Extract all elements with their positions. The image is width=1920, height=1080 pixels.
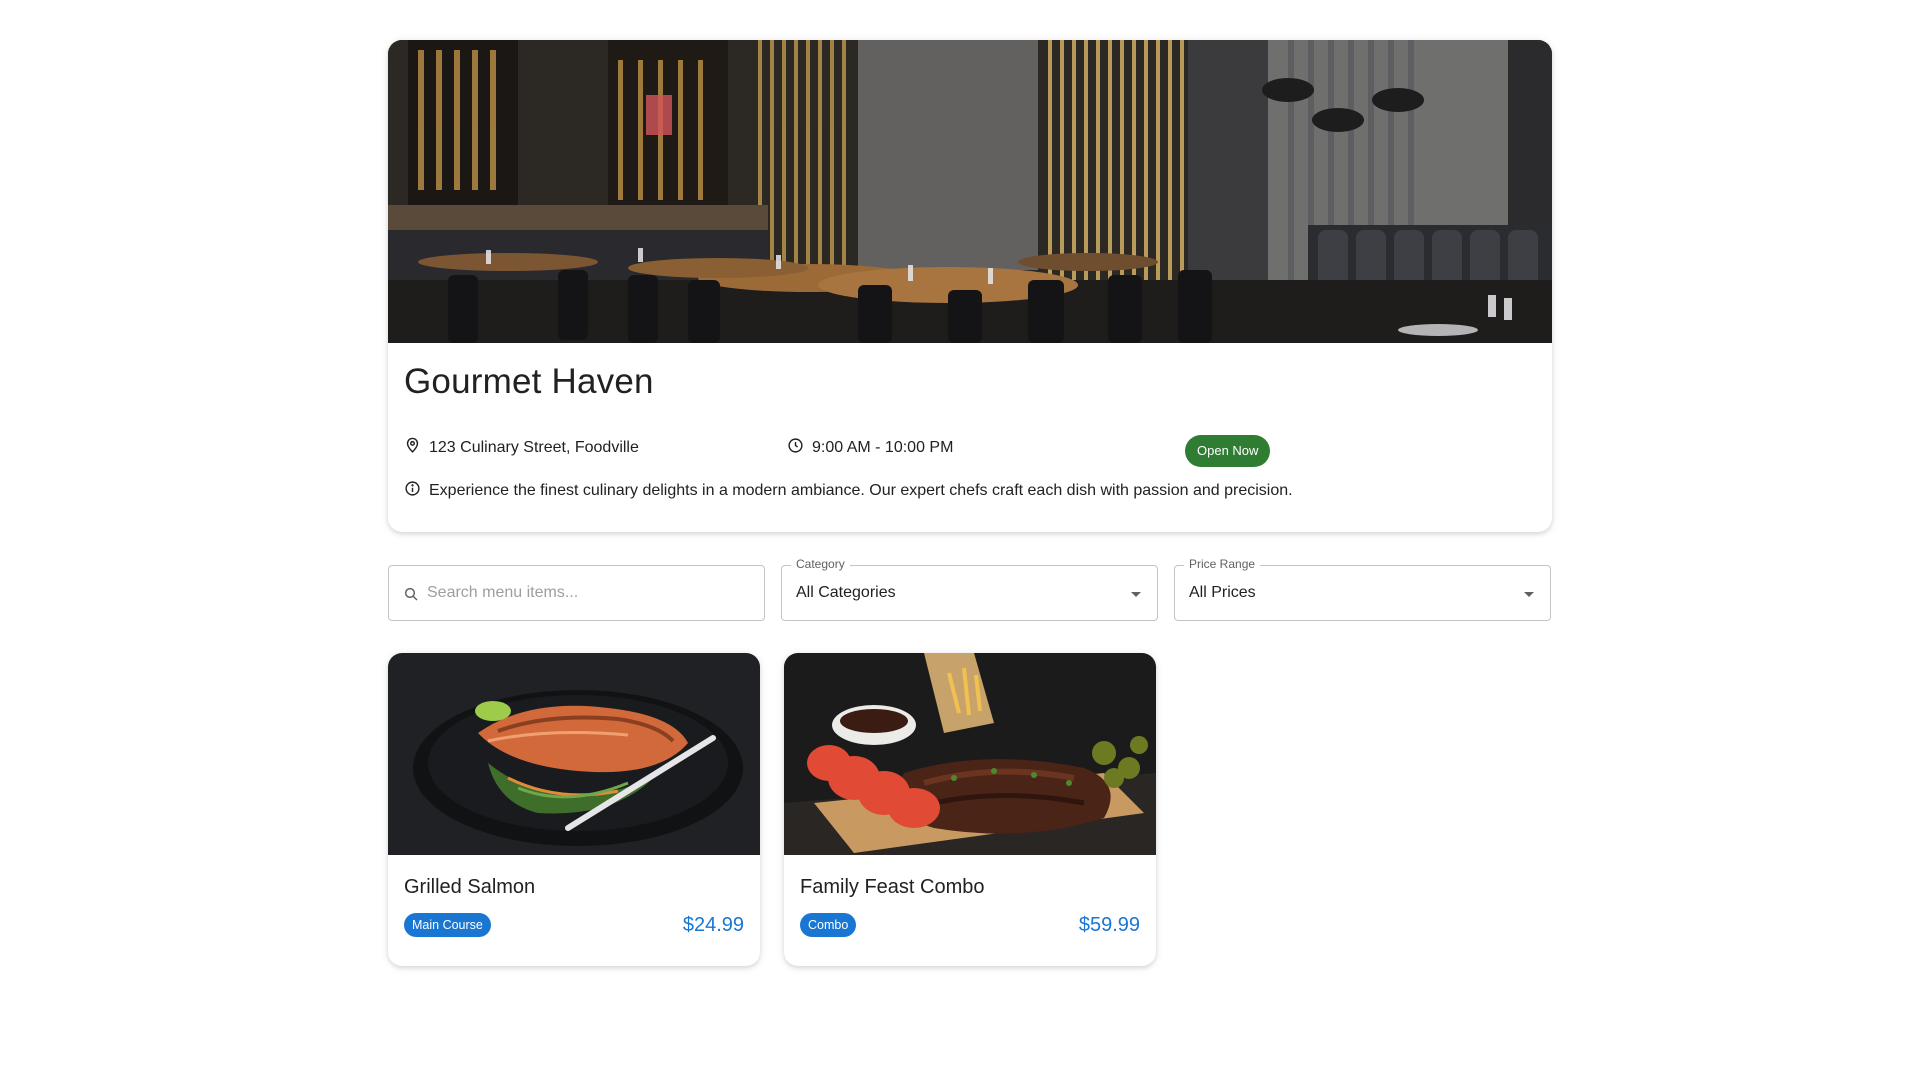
restaurant-header-card: Gourmet Haven 123 Culinary Street, Foodv…: [388, 40, 1552, 532]
category-value: All Categories: [796, 584, 896, 601]
restaurant-name: Gourmet Haven: [404, 362, 654, 401]
description-text: Experience the finest culinary delights …: [429, 482, 1293, 499]
category-label: Category: [791, 557, 850, 571]
category-select[interactable]: Category All Categories: [781, 557, 1158, 621]
chevron-down-icon[interactable]: [1131, 592, 1141, 597]
hours-info: 9:00 AM - 10:00 PM: [787, 437, 953, 459]
location-pin-icon: [404, 437, 421, 459]
restaurant-info: Gourmet Haven 123 Culinary Street, Foodv…: [388, 343, 1552, 502]
address-text: 123 Culinary Street, Foodville: [429, 439, 639, 456]
price-range-select[interactable]: Price Range All Prices: [1174, 557, 1551, 621]
menu-item-name: Grilled Salmon: [404, 876, 536, 898]
restaurant-hero-image: [388, 40, 1552, 343]
menu-item-card[interactable]: Family Feast Combo Combo $59.99: [784, 653, 1156, 966]
open-status-badge: Open Now: [1185, 435, 1271, 467]
restaurant-details-row: 123 Culinary Street, Foodville 9:00 AM -…: [404, 429, 1536, 473]
price-range-label: Price Range: [1184, 557, 1261, 571]
search-icon: [403, 586, 419, 602]
price-range-value: All Prices: [1189, 584, 1256, 601]
address-info: 123 Culinary Street, Foodville: [404, 437, 639, 459]
family-feast-combo-image: [784, 653, 1156, 855]
search-field: [388, 565, 765, 621]
chevron-down-icon[interactable]: [1524, 592, 1534, 597]
hours-text: 9:00 AM - 10:00 PM: [812, 439, 954, 456]
menu-item-price: $24.99: [682, 913, 744, 936]
menu-item-price: $59.99: [1078, 913, 1140, 936]
grilled-salmon-image: [388, 653, 760, 855]
search-input[interactable]: [389, 566, 764, 620]
menu-filters: Category All Categories Price Range All …: [388, 557, 1552, 621]
category-chip: Main Course: [404, 913, 491, 937]
menu-item-card[interactable]: Grilled Salmon Main Course $24.99: [388, 653, 760, 966]
category-chip: Combo: [800, 913, 857, 937]
restaurant-page: Gourmet Haven 123 Culinary Street, Foodv…: [388, 40, 1552, 966]
menu-items-grid: Grilled Salmon Main Course $24.99 Family…: [388, 653, 1552, 966]
menu-item-name: Family Feast Combo: [800, 876, 985, 898]
info-icon: [404, 480, 421, 502]
description-row: Experience the finest culinary delights …: [404, 480, 1536, 502]
clock-icon: [787, 437, 804, 459]
